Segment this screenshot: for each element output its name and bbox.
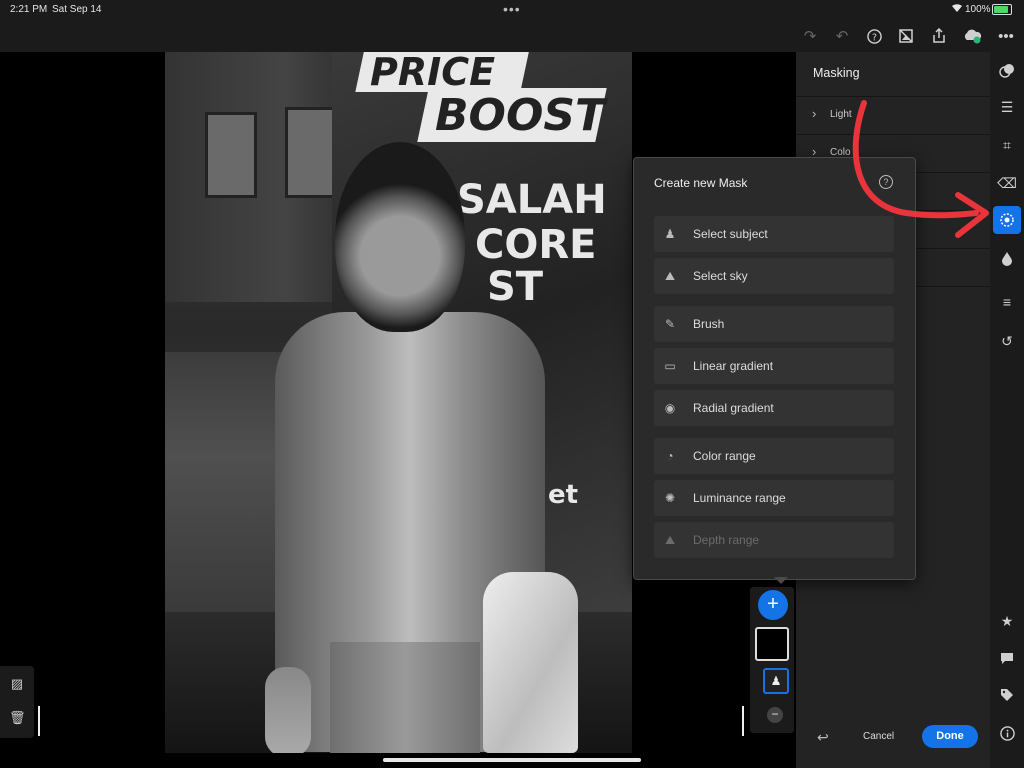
show-mask-overlay-icon[interactable]: ▨: [9, 676, 25, 692]
panel-title: Masking: [813, 66, 860, 80]
cancel-button[interactable]: Cancel: [863, 731, 894, 742]
linear-gradient-icon: ▭: [664, 359, 676, 373]
subtract-mask-icon[interactable]: −: [767, 707, 783, 723]
redo-icon[interactable]: ↷: [800, 26, 820, 46]
option-linear-gradient[interactable]: ▭ Linear gradient: [654, 348, 894, 384]
annotation-arrow-icon: [852, 100, 989, 238]
mask-component-subject-icon[interactable]: ♟: [763, 668, 789, 694]
option-label: Luminance range: [693, 491, 786, 505]
battery-icon: [992, 4, 1012, 15]
mask-thumbnail[interactable]: [755, 627, 789, 661]
sign-text-boost: BOOST: [435, 90, 606, 141]
history-icon[interactable]: ↺: [993, 327, 1021, 355]
option-color-range[interactable]: ◔ Color range: [654, 438, 894, 474]
color-range-icon: ◔: [666, 449, 674, 463]
add-mask-button[interactable]: +: [758, 590, 788, 620]
scroll-indicator: [742, 706, 744, 736]
window-text-et: et: [548, 480, 579, 510]
left-tools: ▨ 🗑: [0, 666, 34, 738]
photo-canvas[interactable]: PRICE BOOST SALAH CORE ST et: [165, 52, 632, 753]
more-icon[interactable]: •••: [996, 26, 1016, 46]
option-depth-range: ⛰ Depth range: [654, 522, 894, 558]
option-radial-gradient[interactable]: ◉ Radial gradient: [654, 390, 894, 426]
reset-icon[interactable]: ↩: [817, 729, 829, 746]
share-icon[interactable]: [929, 26, 949, 46]
window-text-st: ST: [487, 264, 544, 310]
photo-window: [205, 112, 257, 198]
radial-gradient-icon: ◉: [664, 401, 676, 415]
compare-off-icon[interactable]: [896, 26, 916, 46]
option-luminance-range[interactable]: ✺ Luminance range: [654, 480, 894, 516]
battery-percent: 100%: [965, 4, 991, 15]
subject-legs: [330, 642, 480, 753]
photo-window: [285, 107, 337, 198]
undo-icon[interactable]: ↶: [832, 26, 852, 46]
info-icon[interactable]: [993, 719, 1021, 747]
popup-title: Create new Mask: [654, 176, 748, 190]
comment-icon[interactable]: [993, 644, 1021, 672]
status-bar: 2:21 PM Sat Sep 14 ••• 100%: [0, 0, 1024, 20]
option-label: Color range: [693, 449, 756, 463]
sign-text-price: PRICE: [370, 52, 496, 94]
luminance-range-icon: ✺: [664, 491, 676, 505]
star-rating-icon[interactable]: ★: [993, 607, 1021, 635]
multitasking-dots-icon[interactable]: •••: [503, 1, 521, 17]
option-label: Brush: [693, 317, 725, 331]
svg-text:?: ?: [872, 32, 877, 43]
done-button[interactable]: Done: [922, 725, 978, 748]
option-brush[interactable]: ✎ Brush: [654, 306, 894, 342]
home-indicator[interactable]: [383, 758, 641, 762]
option-label: Select sky: [693, 269, 748, 283]
subject-head: [335, 142, 465, 332]
brush-icon: ✎: [664, 317, 676, 331]
help-icon[interactable]: ?: [864, 26, 884, 46]
status-date: Sat Sep 14: [52, 4, 102, 15]
chevron-right-icon: ›: [812, 106, 817, 121]
window-text-salah: SALAH: [457, 177, 607, 223]
window-text-core: CORE: [475, 222, 597, 268]
option-label: Select subject: [693, 227, 768, 241]
top-toolbar: ↷ ↶ ? •••: [0, 20, 1024, 52]
status-time: 2:21 PM: [10, 4, 48, 15]
option-label: Linear gradient: [693, 359, 774, 373]
tag-icon[interactable]: [993, 681, 1021, 709]
option-select-sky[interactable]: ⛰ Select sky: [654, 258, 894, 294]
cloud-synced-icon[interactable]: [962, 26, 982, 46]
popup-caret: [774, 577, 788, 584]
presets-icon[interactable]: [993, 57, 1021, 85]
select-sky-icon: ⛰: [664, 269, 676, 283]
option-label: Radial gradient: [693, 401, 774, 415]
option-label: Depth range: [693, 533, 760, 547]
scroll-indicator: [38, 706, 40, 736]
mask-list: + ♟ −: [750, 587, 794, 733]
plastic-bag: [483, 572, 578, 753]
select-subject-icon: ♟: [664, 227, 676, 241]
wifi-icon: [951, 3, 963, 16]
subject-hand: [265, 667, 311, 753]
adjust-sliders-icon[interactable]: ≡: [993, 288, 1021, 316]
depth-range-icon: ⛰: [664, 533, 676, 547]
trash-icon[interactable]: 🗑: [9, 710, 26, 726]
